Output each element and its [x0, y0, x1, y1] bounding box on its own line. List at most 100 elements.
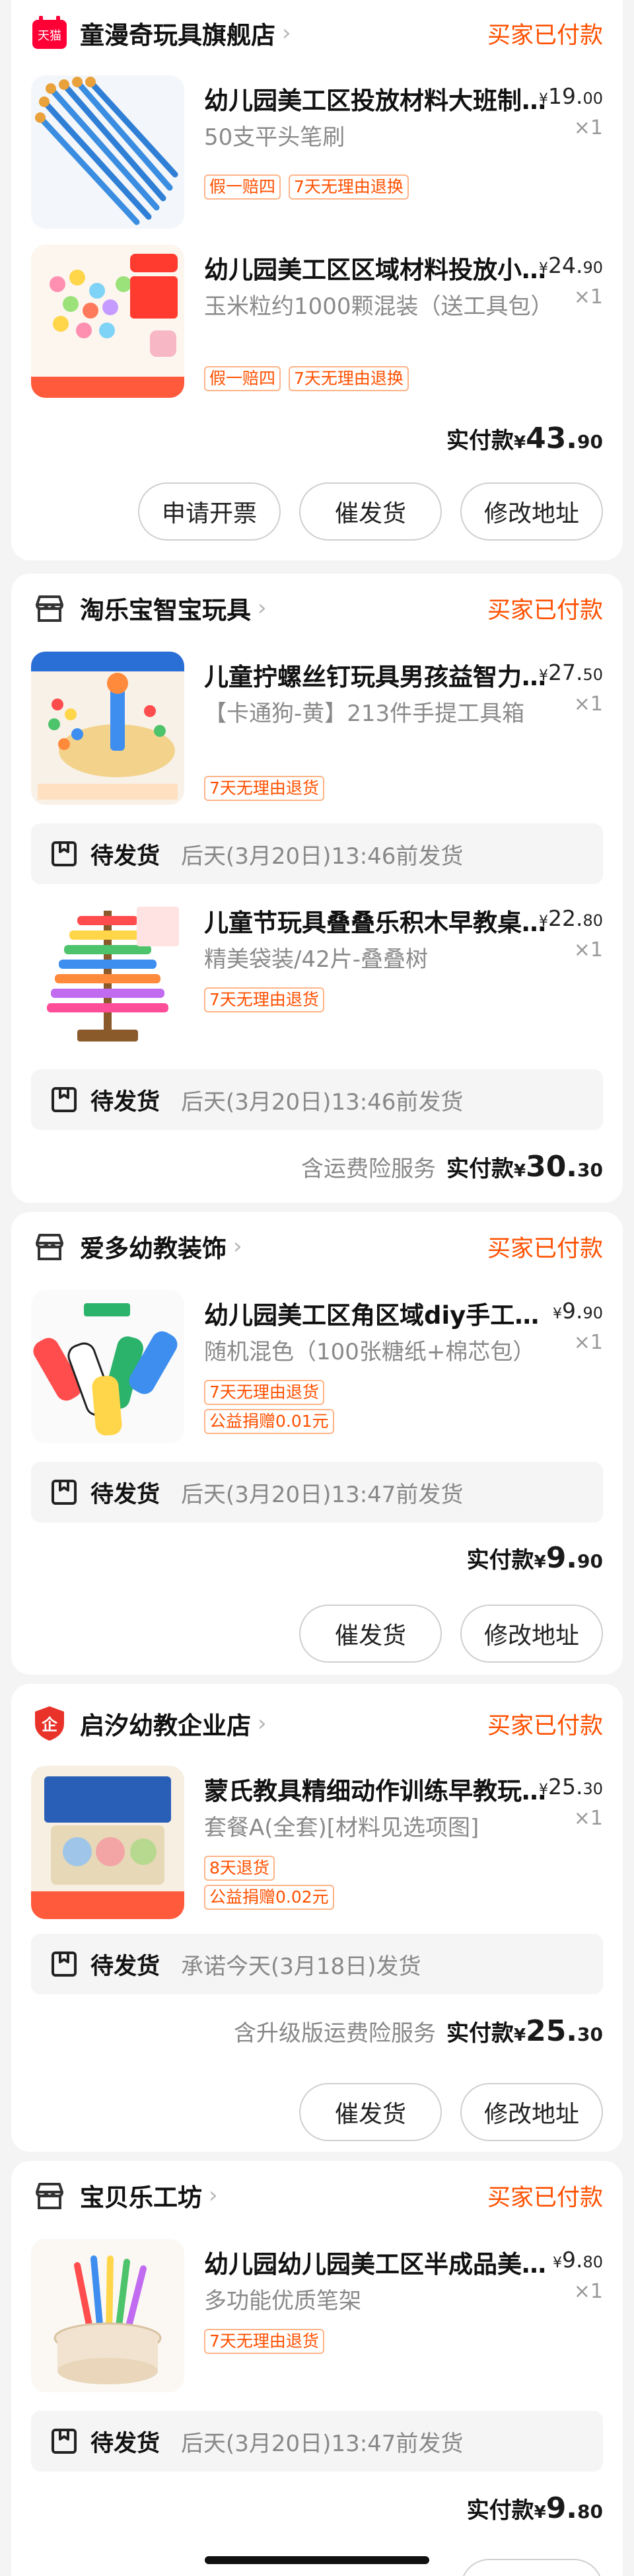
- order-total: 实付款 ¥ 43. 90: [446, 422, 603, 459]
- svg-text:企: 企: [42, 1716, 58, 1734]
- order-item[interactable]: 幼儿园美工区角区域diy手工仿… ¥9.90 ×1 随机混色（100张糖纸+棉芯…: [11, 1290, 623, 1449]
- product-price: ¥9.90: [552, 1298, 603, 1324]
- shop-name[interactable]: 淘乐宝智宝玩具: [80, 590, 251, 626]
- service-tags: 7天无理由退货: [204, 2329, 547, 2354]
- total-amount-decimal: 90: [577, 431, 603, 453]
- total-amount-decimal: 30: [577, 2024, 603, 2045]
- service-tag: 7天无理由退货: [204, 987, 324, 1012]
- currency-symbol: ¥: [534, 1552, 546, 1572]
- total-amount-decimal: 80: [577, 2501, 603, 2522]
- order-total: 实付款 ¥ 9. 90: [467, 1541, 603, 1578]
- product-title[interactable]: 儿童节玩具叠叠乐积木早教桌…: [204, 903, 547, 938]
- freight-insurance-note: 含升级版运费险服务: [233, 2020, 436, 2047]
- order-actions: [460, 2559, 603, 2576]
- shop-name[interactable]: 童漫奇玩具旗舰店: [80, 15, 275, 51]
- shipping-status-bar[interactable]: 待发货 后天(3月20日)13:47前发货: [31, 2411, 603, 2472]
- order-item[interactable]: 儿童拧螺丝钉玩具男孩益智力… ¥27.50 ×1 【卡通狗-黄】213件手提工具…: [11, 652, 623, 817]
- shop-header[interactable]: 宝贝乐工坊 › 买家已付款: [31, 2176, 603, 2215]
- freight-insurance-note: 含运费险服务: [300, 1156, 436, 1182]
- total-amount: 25.: [526, 2014, 578, 2048]
- product-title[interactable]: 蒙氏教具精细动作训练早教玩…: [204, 1771, 547, 1807]
- product-thumbnail-stacking-tree[interactable]: [31, 897, 184, 1051]
- modify-address-button[interactable]: 修改地址: [460, 2083, 603, 2141]
- product-title[interactable]: 幼儿园美工区投放材料大班制…: [204, 81, 547, 116]
- shop-name[interactable]: 启汐幼教企业店: [80, 1706, 251, 1741]
- order-status: 买家已付款: [487, 597, 603, 624]
- shipping-deadline: 后天(3月20日)13:47前发货: [181, 2430, 464, 2457]
- total-amount-decimal: 90: [577, 1550, 603, 1572]
- modify-address-button[interactable]: 修改地址: [460, 1605, 603, 1663]
- shipping-status-bar[interactable]: 待发货 承诺今天(3月18日)发货: [31, 1934, 603, 1994]
- store-icon: [31, 2177, 68, 2214]
- modify-address-button[interactable]: 修改地址: [460, 482, 603, 541]
- product-thumbnail-corn-kernels[interactable]: [31, 245, 184, 398]
- product-price: ¥9.80: [552, 2247, 603, 2273]
- order-actions: 催发货 修改地址: [299, 2083, 603, 2141]
- order-item[interactable]: 儿童节玩具叠叠乐积木早教桌… ¥22.80 ×1 精美袋装/42片-叠叠树 7天…: [11, 897, 623, 1056]
- shipping-deadline: 承诺今天(3月18日)发货: [181, 1953, 421, 1980]
- package-icon: [52, 1951, 77, 1977]
- shop-name[interactable]: 宝贝乐工坊: [80, 2178, 202, 2213]
- urge-shipping-button[interactable]: 催发货: [299, 1605, 442, 1663]
- product-spec: 玉米粒约1000颗混装（送工具包）: [204, 293, 553, 320]
- currency-symbol: ¥: [513, 2026, 526, 2045]
- order-item[interactable]: 幼儿园美工区投放材料大班制… ¥19.00 ×1 50支平头笔刷 假一赔四 7天…: [11, 75, 623, 234]
- chevron-right-icon[interactable]: ›: [258, 1710, 267, 1737]
- product-thumbnail-montessori-kit[interactable]: [31, 1766, 184, 1919]
- shipping-status-bar[interactable]: 待发货 后天(3月20日)13:46前发货: [31, 823, 603, 884]
- store-icon: [31, 589, 68, 626]
- shipping-deadline: 后天(3月20日)13:46前发货: [181, 843, 464, 870]
- product-price: ¥25.30: [538, 1774, 603, 1799]
- product-quantity: ×1: [573, 1331, 603, 1354]
- product-title[interactable]: 儿童拧螺丝钉玩具男孩益智力…: [204, 657, 547, 693]
- service-tag: 7天无理由退货: [204, 776, 324, 801]
- charity-tag: 公益捐赠0.01元: [204, 1409, 334, 1434]
- service-tag: 假一赔四: [204, 366, 281, 391]
- product-spec: 50支平头笔刷: [204, 124, 345, 151]
- total-label: 实付款: [466, 2497, 534, 2524]
- shop-header[interactable]: 淘乐宝智宝玩具 › 买家已付款: [31, 588, 603, 628]
- shipping-status: 待发货: [90, 1481, 160, 1508]
- product-quantity: ×1: [573, 285, 603, 309]
- product-thumbnail-brushes[interactable]: [31, 75, 184, 229]
- chevron-right-icon[interactable]: ›: [233, 1233, 242, 1260]
- product-title[interactable]: 幼儿园美工区角区域diy手工仿…: [204, 1295, 547, 1331]
- chevron-right-icon[interactable]: ›: [282, 20, 291, 46]
- store-icon: [31, 1228, 68, 1265]
- order-card-qixi: 企 启汐幼教企业店 › 买家已付款 蒙氏教具精细动作训练早教玩… ¥25.30 …: [11, 1684, 623, 2152]
- shop-header[interactable]: 爱多幼教装饰 › 买家已付款: [31, 1227, 603, 1266]
- order-total: 实付款 ¥ 9. 80: [467, 2491, 603, 2528]
- currency-symbol: ¥: [513, 1161, 526, 1181]
- product-thumbnail-pen-holder[interactable]: [31, 2239, 184, 2392]
- package-icon: [52, 841, 77, 866]
- home-indicator[interactable]: [205, 2556, 429, 2564]
- order-item[interactable]: 蒙氏教具精细动作训练早教玩… ¥25.30 ×1 套餐A(全套)[材料见选项图]…: [11, 1766, 623, 1924]
- urge-shipping-button[interactable]: 催发货: [299, 2083, 442, 2141]
- shop-header[interactable]: 企 启汐幼教企业店 › 买家已付款: [31, 1704, 603, 1743]
- request-invoice-button[interactable]: 申请开票: [138, 482, 281, 541]
- product-title[interactable]: 幼儿园幼儿园美工区半成品美…: [204, 2244, 547, 2280]
- shipping-status-bar[interactable]: 待发货 后天(3月20日)13:46前发货: [31, 1069, 603, 1130]
- service-tags: 8天退货 公益捐赠0.02元: [204, 1856, 547, 1910]
- order-total: 含运费险服务 实付款 ¥ 30. 30: [301, 1150, 603, 1187]
- product-quantity: ×1: [573, 2280, 603, 2303]
- urge-shipping-button[interactable]: 催发货: [299, 482, 442, 541]
- package-icon: [52, 2429, 77, 2454]
- total-amount-decimal: 30: [577, 1159, 603, 1181]
- product-thumbnail-screw-toy[interactable]: [31, 652, 184, 805]
- shop-name[interactable]: 爱多幼教装饰: [80, 1229, 227, 1264]
- shipping-status-bar[interactable]: 待发货 后天(3月20日)13:47前发货: [31, 1462, 603, 1523]
- chevron-right-icon[interactable]: ›: [209, 2182, 218, 2209]
- product-thumbnail-candy-wrappers[interactable]: [31, 1290, 184, 1443]
- order-item[interactable]: 幼儿园美工区区域材料投放小… ¥24.90 ×1 玉米粒约1000颗混装（送工具…: [11, 245, 623, 411]
- order-item[interactable]: 幼儿园幼儿园美工区半成品美… ¥9.80 ×1 多功能优质笔架 7天无理由退货: [11, 2239, 623, 2398]
- chevron-right-icon[interactable]: ›: [258, 595, 267, 621]
- currency-symbol: ¥: [513, 433, 526, 453]
- service-tag: 7天无理由退换: [289, 174, 409, 200]
- product-spec: 多功能优质笔架: [204, 2288, 361, 2314]
- order-action-button[interactable]: [460, 2559, 603, 2576]
- service-tag: 8天退货: [204, 1856, 275, 1881]
- order-status: 买家已付款: [487, 1712, 603, 1739]
- shop-header[interactable]: 天猫 童漫奇玩具旗舰店 › 买家已付款: [31, 13, 603, 53]
- product-title[interactable]: 幼儿园美工区区域材料投放小…: [204, 250, 547, 285]
